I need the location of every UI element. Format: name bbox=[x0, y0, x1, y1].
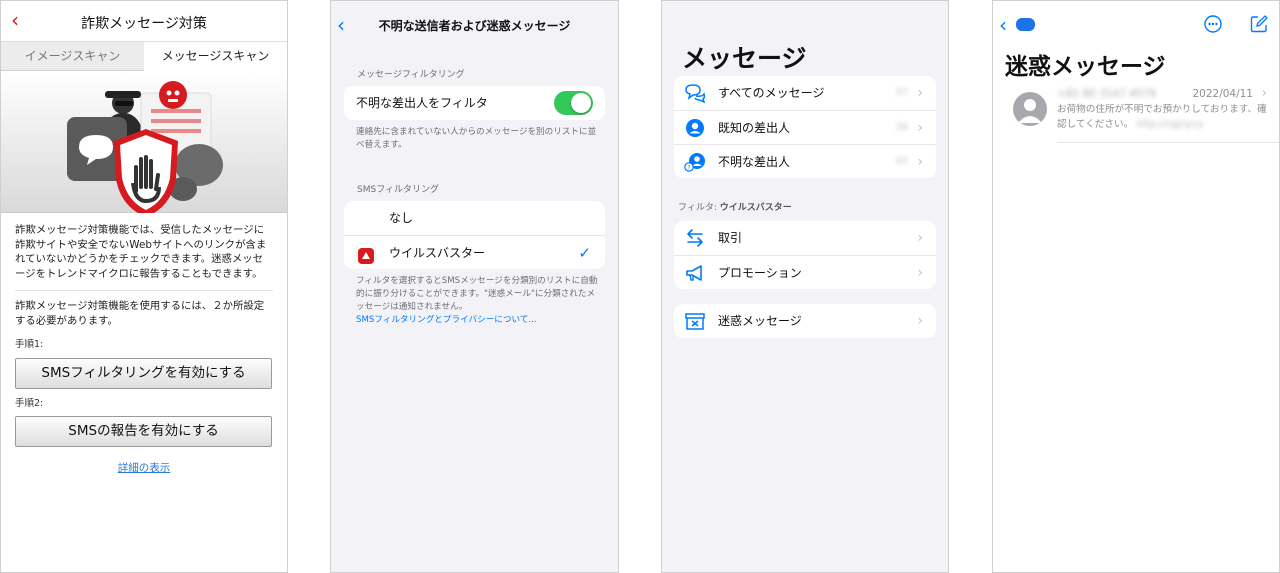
sender-number: +81 80 3147 4579 bbox=[1057, 88, 1156, 100]
message-filtering-header: メッセージフィルタリング bbox=[357, 70, 465, 80]
chevron-left-icon[interactable]: ‹ bbox=[999, 13, 1007, 37]
list-item-unknown-senders[interactable]: ? 不明な差出人 45 › bbox=[674, 144, 936, 178]
filter-lists-group: 取引 › プロモーション › bbox=[674, 221, 936, 289]
filter-prefix: フィルタ: bbox=[678, 203, 720, 213]
option-none-label: なし bbox=[389, 211, 414, 225]
unread-badge bbox=[1016, 18, 1035, 31]
megaphone-icon bbox=[686, 265, 702, 281]
person-circle-icon bbox=[686, 119, 704, 137]
feature-description: 詐欺メッセージ対策機能では、受信したメッセージに詐欺サイトや安全でないWebサイ… bbox=[15, 224, 267, 280]
page-title: 不明な送信者および迷惑メッセージ bbox=[378, 19, 571, 33]
page-title: 詐欺メッセージ対策 bbox=[81, 16, 207, 32]
filter-unknown-row: 不明な差出人をフィルタ bbox=[344, 86, 605, 120]
message-count: 45 bbox=[895, 156, 908, 167]
person-question-icon: ? bbox=[684, 153, 705, 172]
message-url: http://ngjnyvy bbox=[1136, 119, 1204, 130]
virusbuster-app-icon bbox=[356, 243, 376, 264]
unknown-senders-settings-screen: ‹ 不明な送信者および迷惑メッセージ メッセージフィルタリング 不明な差出人をフ… bbox=[330, 0, 619, 573]
tab-message-scan[interactable]: メッセージスキャン bbox=[144, 42, 287, 71]
list-item-known-senders[interactable]: 既知の差出人 36 › bbox=[674, 110, 936, 144]
details-link[interactable]: 詳細の表示 bbox=[15, 461, 273, 476]
tab-image-scan[interactable]: イメージスキャン bbox=[1, 42, 144, 71]
screen2-navbar: ‹ 不明な送信者および迷惑メッセージ bbox=[331, 1, 618, 47]
step2-label: 手順2: bbox=[15, 397, 44, 409]
chevron-right-icon: › bbox=[917, 230, 923, 246]
list-item-transactions[interactable]: 取引 › bbox=[674, 221, 936, 255]
arrows-exchange-icon bbox=[687, 229, 703, 247]
junk-messages-screen: ‹ 迷惑メッセージ +81 80 3147 4579 2022/04/11 › … bbox=[992, 0, 1280, 573]
sms-filtering-group: なし ウイルスバスター ✓ bbox=[344, 201, 605, 269]
scan-tabs: イメージスキャン メッセージスキャン bbox=[1, 42, 287, 71]
list-item-label: すべてのメッセージ bbox=[718, 86, 825, 100]
message-filtering-footer: 連絡先に含まれていない人からのメッセージを別のリストに並べ替えます。 bbox=[356, 127, 597, 150]
screen1-header: ‹ 詐欺メッセージ対策 bbox=[1, 1, 287, 42]
privacy-link[interactable]: SMSフィルタリングとプライバシーについて... bbox=[356, 314, 598, 327]
message-count: 36 bbox=[895, 122, 908, 133]
filter-name: ウイルスバスター bbox=[719, 203, 792, 213]
setup-note: 詐欺メッセージ対策機能を使用するには、２か所設定する必要があります。 bbox=[15, 300, 265, 327]
chevron-right-icon: › bbox=[917, 120, 923, 136]
list-item-junk[interactable]: 迷惑メッセージ › bbox=[674, 304, 936, 338]
sms-filtering-header: SMSフィルタリング bbox=[357, 185, 440, 195]
message-count: 37 bbox=[895, 87, 908, 98]
junk-group: 迷惑メッセージ › bbox=[674, 304, 936, 338]
sms-filtering-footer: フィルタを選択するとSMSメッセージを分類別のリストに自動的に振り分けることがで… bbox=[331, 269, 618, 327]
junk-box-icon bbox=[685, 313, 705, 330]
description-area: 詐欺メッセージ対策機能では、受信したメッセージに詐欺サイトや安全でないWebサイ… bbox=[1, 213, 287, 476]
ellipsis-circle-icon[interactable] bbox=[1204, 15, 1222, 33]
sms-filtering-footer-text: フィルタを選択するとSMSメッセージを分類別のリストに自動的に振り分けることがで… bbox=[356, 276, 598, 312]
chat-bubbles-icon bbox=[685, 84, 706, 103]
divider bbox=[15, 290, 273, 291]
page-title: 迷惑メッセージ bbox=[1005, 54, 1166, 80]
trend-micro-fraud-screen: ‹ 詐欺メッセージ対策 イメージスキャン メッセージスキャン 詐欺メッセージ対策… bbox=[0, 0, 288, 573]
message-preview: お荷物の住所が不明でお預かりしております、確認してください。 http://ng… bbox=[1057, 102, 1267, 132]
filter-unknown-toggle[interactable] bbox=[554, 91, 593, 115]
message-filtering-group: 不明な差出人をフィルタ bbox=[344, 86, 605, 120]
filter-section-header: フィルタ: ウイルスバスター bbox=[662, 178, 948, 221]
page-title: メッセージ bbox=[682, 44, 807, 73]
option-none-row[interactable]: なし bbox=[344, 201, 605, 235]
chevron-right-icon: › bbox=[1261, 86, 1267, 101]
chevron-right-icon: › bbox=[917, 313, 923, 329]
avatar bbox=[1013, 92, 1047, 126]
list-item-label: 取引 bbox=[718, 231, 743, 245]
list-item-label: 既知の差出人 bbox=[718, 121, 791, 135]
list-item-message[interactable]: +81 80 3147 4579 2022/04/11 › お荷物の住所が不明で… bbox=[1013, 83, 1279, 143]
filter-unknown-label: 不明な差出人をフィルタ bbox=[356, 96, 488, 110]
option-virusbuster-label: ウイルスバスター bbox=[389, 246, 486, 260]
list-item-all-messages[interactable]: すべてのメッセージ 37 › bbox=[674, 76, 936, 110]
chevron-right-icon: › bbox=[917, 265, 923, 281]
step1-label: 手順1: bbox=[15, 339, 44, 350]
fraud-illustration-graphic bbox=[67, 81, 223, 217]
toggle-knob bbox=[571, 93, 591, 113]
list-item-label: 不明な差出人 bbox=[718, 155, 791, 169]
enable-sms-filtering-button[interactable]: SMSフィルタリングを有効にする bbox=[15, 357, 272, 389]
checkmark-icon: ✓ bbox=[578, 244, 591, 262]
message-lists-group: すべてのメッセージ 37 › 既知の差出人 36 › ? 不明な差出人 45 › bbox=[674, 76, 936, 178]
messages-filter-list-screen: メッセージ すべてのメッセージ 37 › 既知の差出人 36 › ? 不明な差出… bbox=[661, 0, 949, 573]
fraud-illustration bbox=[1, 71, 287, 217]
chevron-right-icon: › bbox=[917, 154, 923, 170]
list-item-label: 迷惑メッセージ bbox=[718, 314, 802, 328]
svg-text:?: ? bbox=[687, 165, 690, 172]
option-virusbuster-row[interactable]: ウイルスバスター ✓ bbox=[344, 235, 605, 269]
screen4-navbar: ‹ bbox=[993, 1, 1279, 47]
enable-sms-report-button[interactable]: SMSの報告を有効にする bbox=[15, 416, 272, 447]
list-item-label: プロモーション bbox=[718, 266, 802, 280]
message-date: 2022/04/11 bbox=[1192, 88, 1253, 100]
list-item-promotions[interactable]: プロモーション › bbox=[674, 255, 936, 289]
chevron-right-icon: › bbox=[917, 85, 923, 101]
compose-icon[interactable] bbox=[1250, 15, 1268, 33]
